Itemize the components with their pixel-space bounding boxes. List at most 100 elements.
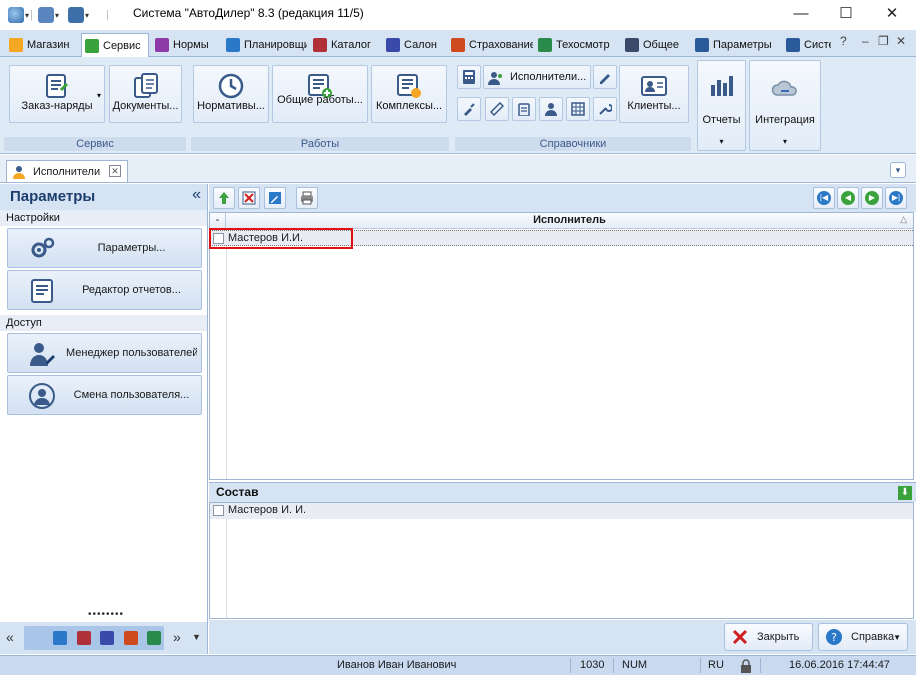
status-bar: Иванов Иван Иванович 1030 NUM RU 16.06.2… [0,655,916,675]
table-button[interactable] [566,97,590,121]
minimize-button[interactable]: — [786,4,816,24]
nav-left-icon[interactable]: « [6,629,14,645]
next-record-icon: ▶ [865,191,879,205]
clipboard-button[interactable] [512,97,536,121]
tab-system[interactable]: Система [783,34,831,56]
close-button[interactable]: ✕ [877,4,907,24]
maximize-button[interactable]: ☐ [831,4,861,24]
person-icon [545,103,557,116]
download-icon[interactable]: ⬇ [898,486,912,500]
status-separator [760,658,761,673]
mdi-minimize-button[interactable]: – [862,34,869,48]
orders-button[interactable]: Заказ-наряды ▾ [9,65,105,123]
magnifier-icon[interactable] [147,631,161,645]
calendar-icon[interactable] [53,631,67,645]
clients-button[interactable]: Клиенты... [619,65,689,123]
shortcut-dropdown-icon[interactable]: ▼ [192,632,201,642]
tab-salon[interactable]: Салон [383,34,445,56]
last-record-icon: ▶| [889,191,903,205]
tab-parameters[interactable]: Параметры [692,34,780,56]
tab-planner[interactable]: Планировщик [223,34,307,56]
user-manager-button[interactable]: Менеджер пользователей... [7,333,202,373]
add-button[interactable] [213,187,235,209]
calculator-button[interactable] [457,65,481,89]
help-icon: ? [826,629,842,645]
reports-button[interactable]: Отчеты ▾ [697,60,746,151]
clock-icon [218,73,244,99]
tab-norms[interactable]: Нормы [152,34,218,56]
delete-button[interactable] [238,187,260,209]
norms-button[interactable]: Нормативы... [193,65,269,123]
report-editor-button[interactable]: Редактор отчетов... [7,270,202,310]
tab-insurance[interactable]: Страхование [448,34,533,56]
signature-button[interactable] [593,65,617,89]
copy-icon[interactable]: ▾ [38,7,59,23]
collapse-panel-icon[interactable]: « [192,186,201,204]
status-datetime: 16.06.2016 17:44:47 [789,659,890,671]
first-record-button[interactable]: |◀ [813,187,835,209]
common-works-button[interactable]: Общие работы... [272,65,368,123]
mdi-restore-button[interactable]: ❐ [878,34,889,48]
edit-button[interactable] [264,187,286,209]
ribbon-group-label: Работы [191,137,449,151]
panel-splitter[interactable]: •••••••• [88,609,124,620]
wrench-icon [599,104,612,115]
next-record-button[interactable]: ▶ [861,187,883,209]
complexes-button[interactable]: Комплексы... [371,65,447,123]
car-icon[interactable] [100,631,114,645]
bar-chart-icon [710,76,733,96]
column-separator [226,503,227,618]
tab-service[interactable]: Сервис [81,33,149,57]
documents-button[interactable]: Документы... [109,65,182,123]
nav-right-icon[interactable]: » [173,629,181,645]
calculator-icon [463,70,475,84]
app-icon[interactable]: ▾ [8,7,29,23]
parameters-button[interactable]: Параметры... [7,228,202,268]
gears-icon [31,237,55,258]
integration-dropdown-icon: ▾ [782,137,787,146]
mdi-close-button[interactable]: ✕ [896,34,906,48]
close-dialog-button[interactable]: Закрыть [724,623,813,651]
help-dropdown-icon[interactable]: ▼ [893,633,901,642]
ruler-button[interactable] [485,97,509,121]
column-header-executor[interactable]: Исполнитель [226,214,913,226]
users-icon [13,165,25,179]
change-user-button[interactable]: Смена пользователя... [7,375,202,415]
shield-icon[interactable] [124,631,138,645]
client-card-icon [641,76,667,96]
reports-dropdown-icon: ▾ [719,137,724,146]
gear-icon[interactable] [77,631,91,645]
list-item[interactable]: Мастеров И. И. [210,503,913,519]
tab-inspection[interactable]: Техосмотр [535,34,619,56]
tool-button[interactable] [457,97,481,121]
close-tab-icon[interactable]: ✕ [109,165,121,177]
help-button[interactable]: ? Справка ▼ [818,623,908,651]
row-checkbox[interactable] [213,505,224,516]
tab-shop[interactable]: Магазин [6,34,79,56]
section-access: Доступ [0,315,207,331]
previous-record-button[interactable]: ◀ [837,187,859,209]
shop-icon [9,38,23,52]
ribbon-help-icon[interactable]: ? [840,34,847,48]
tabs-menu-icon[interactable]: ▾ [890,162,906,178]
window-title: Система "АвтоДилер" 8.3 (редакция 11/5) [133,6,364,20]
status-user: Иванов Иван Иванович [337,659,457,671]
composition-header: Состав ⬇ [209,482,916,502]
wrench-button[interactable] [593,97,617,121]
cloud-icon [771,80,797,96]
executors-button[interactable]: Исполнители... [483,65,591,89]
window-icon[interactable]: ▾ [68,7,89,23]
print-button[interactable] [296,187,318,209]
tab-catalog[interactable]: Каталог [310,34,378,56]
clock-icon [155,38,169,52]
integration-button[interactable]: Интеграция ▾ [749,60,821,151]
tab-general[interactable]: Общее [622,34,688,56]
document-tabs: Исполнители ✕ ▾ [0,155,916,183]
last-record-button[interactable]: ▶| [885,187,907,209]
status-separator [570,658,571,673]
person-button[interactable] [539,97,563,121]
title-bar: ▾ | ▾ ▾ | Система "АвтоДилер" 8.3 (редак… [0,0,916,30]
doc-tab-executors[interactable]: Исполнители ✕ [6,160,128,182]
group-toggle-button[interactable]: - [210,213,226,228]
clipboard-icon [518,103,530,116]
